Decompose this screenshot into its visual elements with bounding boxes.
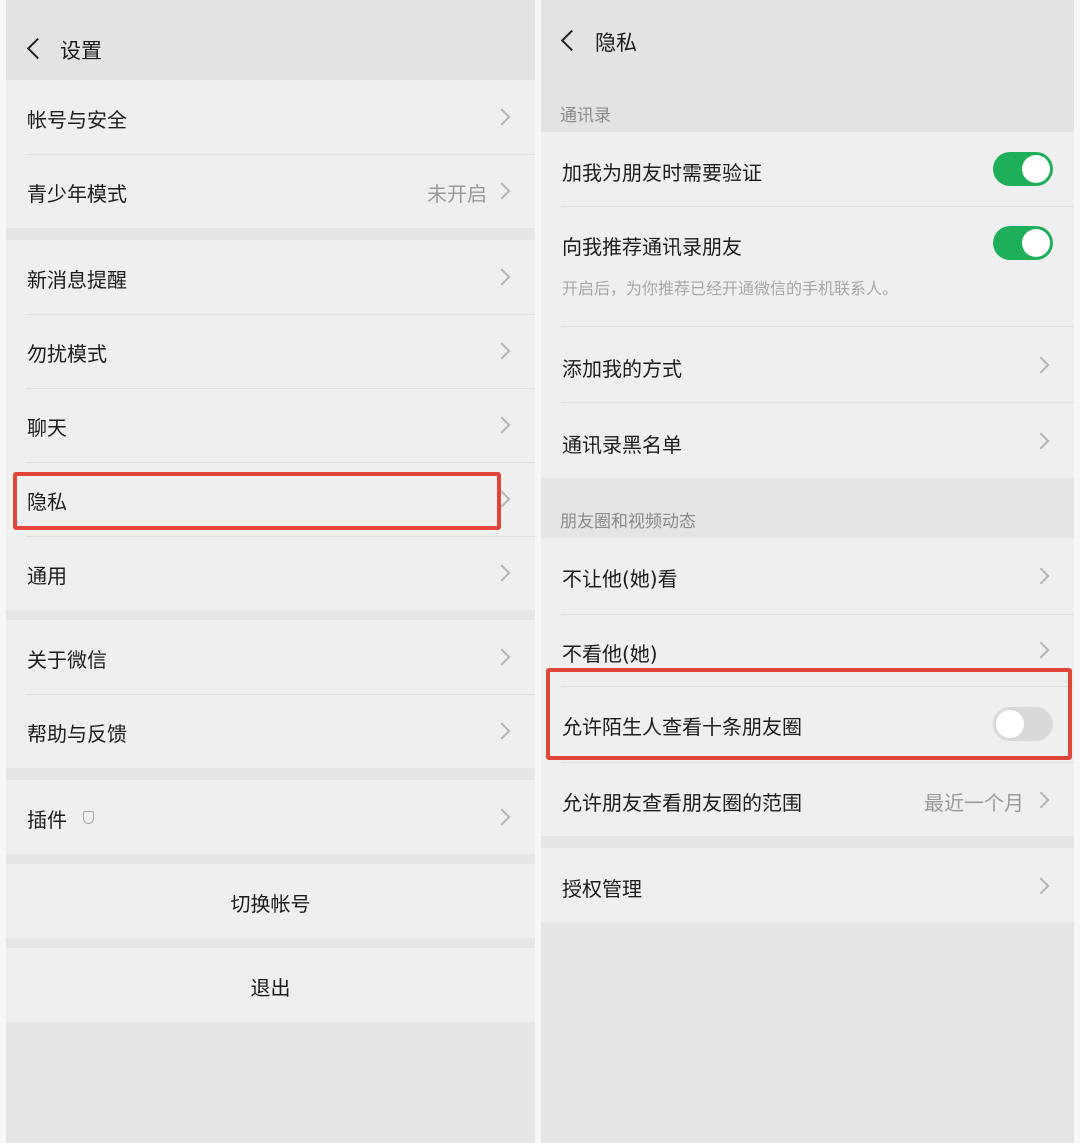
toggle-knob xyxy=(1022,155,1050,183)
row-label: 关于微信 xyxy=(27,648,107,672)
row-label: 通讯录黑名单 xyxy=(562,433,682,457)
row-label: 帐号与安全 xyxy=(27,108,127,132)
chevron-right-icon xyxy=(493,722,511,740)
row-add-me-methods[interactable]: 添加我的方式 xyxy=(541,326,1074,402)
chevron-right-icon xyxy=(493,564,511,582)
row-hide-my-posts[interactable]: 不让他(她)看 xyxy=(541,538,1074,614)
back-chevron-icon[interactable] xyxy=(26,37,49,60)
switch-account-label: 切换帐号 xyxy=(230,892,311,916)
shield-icon xyxy=(83,811,94,824)
teen-mode-value: 未开启 xyxy=(427,182,487,206)
row-label: 插件 xyxy=(27,808,67,832)
page-title: 隐私 xyxy=(595,31,637,55)
row-general[interactable]: 通用 xyxy=(6,536,535,610)
chevron-right-icon xyxy=(1032,791,1050,809)
privacy-panel: 隐私 通讯录 加我为朋友时需要验证 向我推荐通讯录朋友 开启后，为你推荐已经开通… xyxy=(541,0,1074,1143)
row-plugins[interactable]: 插件 xyxy=(6,780,535,854)
recommend-toggle[interactable] xyxy=(993,226,1053,260)
chevron-right-icon xyxy=(493,342,511,360)
row-label: 允许朋友查看朋友圈的范围 xyxy=(562,791,802,815)
logout-label: 退出 xyxy=(250,976,291,1000)
row-label: 添加我的方式 xyxy=(562,357,682,381)
visible-range-value: 最近一个月 xyxy=(924,791,1024,815)
row-label: 帮助与反馈 xyxy=(27,722,127,746)
recommend-description: 开启后，为你推荐已经开通微信的手机联系人。 xyxy=(562,279,899,298)
chevron-right-icon xyxy=(1032,432,1050,450)
chevron-right-icon xyxy=(1032,877,1050,895)
row-label: 新消息提醒 xyxy=(27,268,127,292)
privacy-highlight-box xyxy=(13,472,501,530)
section-header-moments: 朋友圈和视频动态 xyxy=(560,512,696,532)
chevron-right-icon xyxy=(493,648,511,666)
row-account-security[interactable]: 帐号与安全 xyxy=(6,80,535,154)
chevron-right-icon xyxy=(1032,567,1050,585)
row-label: 青少年模式 xyxy=(27,182,127,206)
back-chevron-icon[interactable] xyxy=(560,29,583,52)
row-label: 授权管理 xyxy=(562,877,642,901)
chevron-right-icon xyxy=(493,808,511,826)
row-label: 不看他(她) xyxy=(562,642,658,666)
toggle-knob xyxy=(1022,229,1050,257)
chevron-right-icon xyxy=(1032,356,1050,374)
row-moments-visible-range[interactable]: 允许朋友查看朋友圈的范围 最近一个月 xyxy=(541,762,1074,836)
row-label: 加我为朋友时需要验证 xyxy=(562,161,762,185)
row-authorization-management[interactable]: 授权管理 xyxy=(541,848,1074,922)
row-notifications[interactable]: 新消息提醒 xyxy=(6,240,535,314)
chevron-right-icon xyxy=(493,182,511,200)
row-label: 聊天 xyxy=(27,416,67,440)
row-chat[interactable]: 聊天 xyxy=(6,388,535,462)
row-label: 不让他(她)看 xyxy=(562,567,678,591)
row-help-feedback[interactable]: 帮助与反馈 xyxy=(6,694,535,768)
row-label: 勿扰模式 xyxy=(27,342,107,366)
strangers-highlight-box xyxy=(546,668,1072,760)
row-about-wechat[interactable]: 关于微信 xyxy=(6,620,535,694)
chevron-right-icon xyxy=(493,268,511,286)
row-label: 通用 xyxy=(27,564,67,588)
row-verify-friend-request[interactable]: 加我为朋友时需要验证 xyxy=(541,132,1074,206)
row-recommend-contacts[interactable]: 向我推荐通讯录朋友 开启后，为你推荐已经开通微信的手机联系人。 xyxy=(541,206,1074,326)
row-label: 向我推荐通讯录朋友 xyxy=(562,235,742,259)
settings-panel: 设置 帐号与安全 青少年模式 未开启 新消息提醒 勿扰模式 聊天 隐私 通用 关… xyxy=(6,0,535,1143)
chevron-right-icon xyxy=(493,416,511,434)
row-contacts-blacklist[interactable]: 通讯录黑名单 xyxy=(541,402,1074,478)
chevron-right-icon xyxy=(493,108,511,126)
row-do-not-disturb[interactable]: 勿扰模式 xyxy=(6,314,535,388)
privacy-header: 隐私 通讯录 xyxy=(541,0,1074,132)
logout-button[interactable]: 退出 xyxy=(6,948,535,1022)
row-teen-mode[interactable]: 青少年模式 未开启 xyxy=(6,154,535,228)
settings-header: 设置 xyxy=(6,0,535,80)
switch-account-button[interactable]: 切换帐号 xyxy=(6,864,535,938)
chevron-right-icon xyxy=(1032,641,1050,659)
page-title: 设置 xyxy=(60,39,102,63)
verify-toggle[interactable] xyxy=(993,152,1053,186)
section-header-contacts: 通讯录 xyxy=(560,106,611,126)
